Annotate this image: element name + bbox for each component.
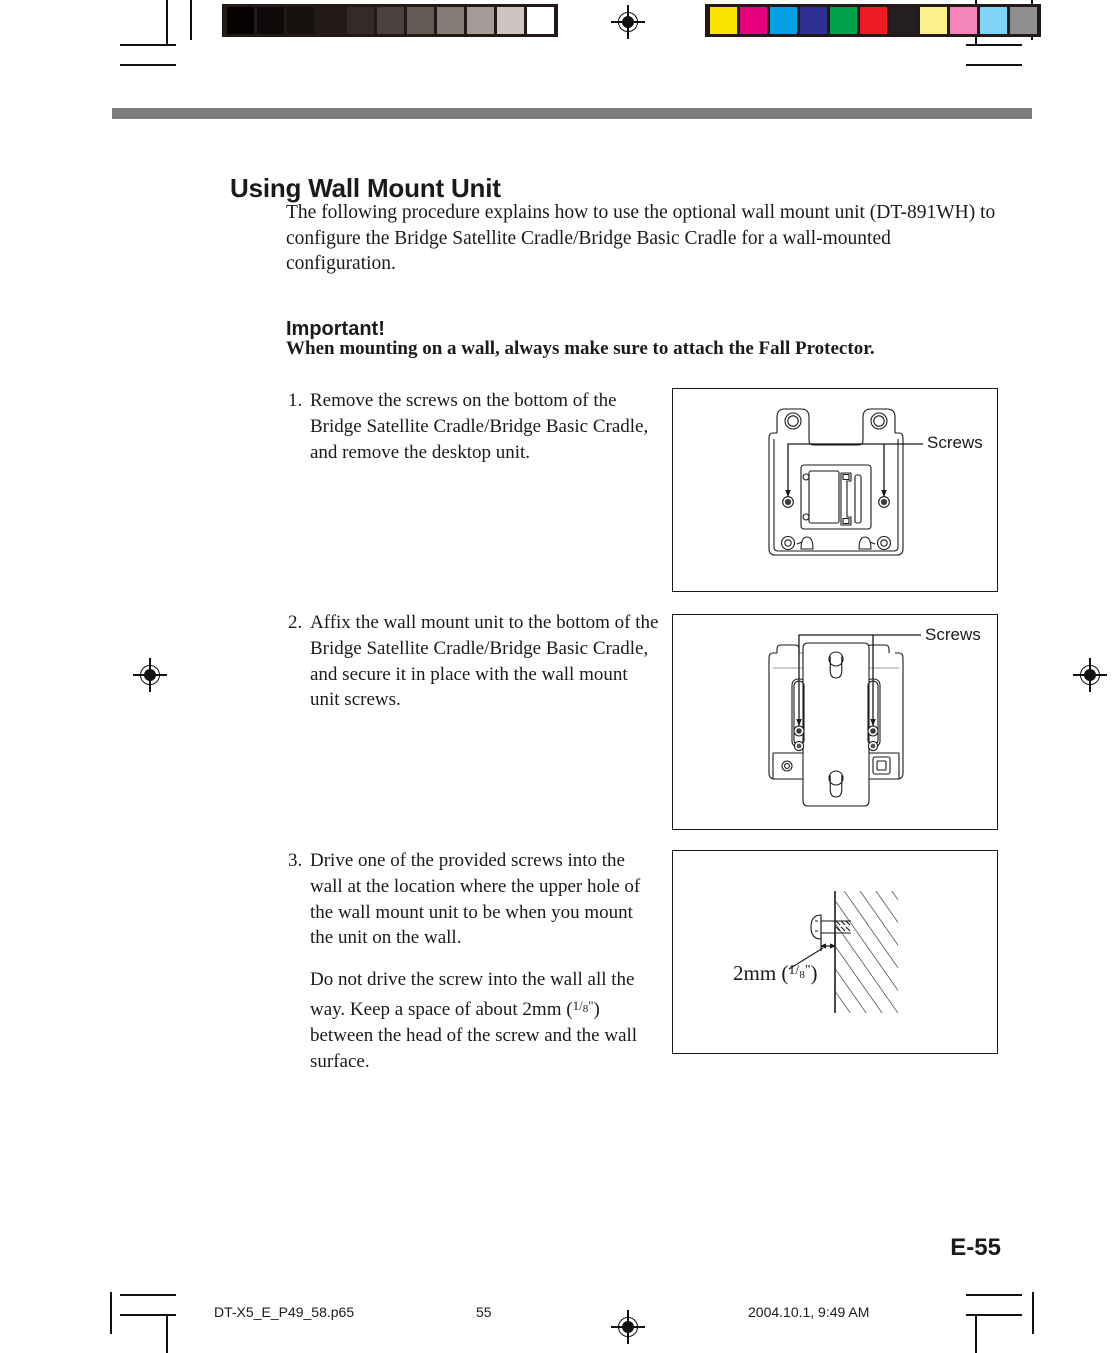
color-swatch-3: [799, 7, 827, 34]
color-calibration-bar: [705, 4, 1041, 37]
figure-wall-mount-attached: Screws: [672, 614, 998, 830]
step-2-number: 2.: [288, 612, 303, 633]
color-swatch-9: [979, 7, 1007, 34]
figure-3-dimension-value: 2mm: [733, 961, 777, 985]
color-swatch-0: [709, 7, 737, 34]
page-number: E-55: [950, 1234, 1001, 1261]
header-rule: [112, 108, 1032, 119]
registration-mark-right: [1073, 658, 1107, 692]
grey-swatch-6: [406, 7, 434, 34]
important-text: When mounting on a wall, always make sur…: [286, 338, 875, 359]
step-1-text: Remove the screws on the bottom of the B…: [310, 390, 649, 463]
footer: DT-X5_E_P49_58.p65 55 2004.10.1, 9:49 AM: [110, 1304, 1032, 1330]
footer-date: 2004.10.1, 9:49 AM: [748, 1304, 870, 1320]
grey-swatch-7: [436, 7, 464, 34]
figure-1-screws-label: Screws: [927, 433, 983, 452]
color-swatch-2: [769, 7, 797, 34]
color-swatch-8: [949, 7, 977, 34]
step-1: 1. Remove the screws on the bottom of th…: [288, 388, 660, 465]
registration-mark-left: [133, 658, 167, 692]
page: Using Wall Mount Unit The following proc…: [0, 0, 1113, 1353]
grey-swatch-5: [376, 7, 404, 34]
footer-filename: DT-X5_E_P49_58.p65: [214, 1304, 355, 1320]
figure-3-dimension-fraction: (1/8"): [776, 961, 818, 985]
figure-cradle-bottom-drawing: [768, 408, 923, 556]
figure-screw-in-wall-drawing: [788, 891, 898, 1013]
grey-swatch-10: [526, 7, 554, 34]
crop-mark-top-left-v2: [190, 0, 192, 40]
step-3-text-a: Drive one of the provided screws into th…: [310, 850, 641, 949]
step-2-text: Affix the wall mount unit to the bottom …: [310, 612, 659, 711]
figure-3-dimension-label: 2mm (1/8"): [733, 961, 818, 986]
footer-rule-right: [1032, 1292, 1034, 1334]
color-swatch-4: [829, 7, 857, 34]
crop-mark-top-left-h: [120, 44, 176, 46]
color-swatch-6: [889, 7, 917, 34]
figure-cradle-bottom: Screws: [672, 388, 998, 592]
grey-swatch-3: [316, 7, 344, 34]
crop-mark-bottom-left-h: [120, 1294, 176, 1296]
grey-swatch-4: [346, 7, 374, 34]
intro-paragraph: The following procedure explains how to …: [286, 202, 996, 274]
figure-screw-in-wall: 2mm (1/8"): [672, 850, 998, 1054]
grayscale-step-wedge: [222, 4, 558, 37]
figure-wall-mount-attached-drawing: [768, 634, 921, 807]
grey-swatch-1: [256, 7, 284, 34]
figure-2-screws-label: Screws: [925, 625, 981, 644]
crop-mark-top-left-v: [166, 0, 168, 46]
grey-swatch-2: [286, 7, 314, 34]
color-swatch-10: [1009, 7, 1037, 34]
step-3-number: 3.: [288, 850, 303, 871]
grey-swatch-0: [226, 7, 254, 34]
footer-page: 55: [476, 1304, 492, 1320]
color-swatch-1: [739, 7, 767, 34]
grey-swatch-8: [466, 7, 494, 34]
crop-mark-top-left-h2: [120, 64, 176, 66]
grey-swatch-9: [496, 7, 524, 34]
color-swatch-7: [919, 7, 947, 34]
crop-mark-top-right-h2: [966, 64, 1022, 66]
crop-mark-bottom-right-h: [966, 1294, 1022, 1296]
step-1-number: 1.: [288, 390, 303, 411]
step-2: 2. Affix the wall mount unit to the bott…: [288, 610, 660, 713]
step-3-text-b: Do not drive the screw into the wall all…: [310, 969, 638, 1072]
step-3: 3. Drive one of the provided screws into…: [288, 848, 660, 1075]
registration-mark-top: [611, 5, 645, 39]
color-swatch-5: [859, 7, 887, 34]
fraction-one-eighth: 1/8": [572, 997, 594, 1015]
